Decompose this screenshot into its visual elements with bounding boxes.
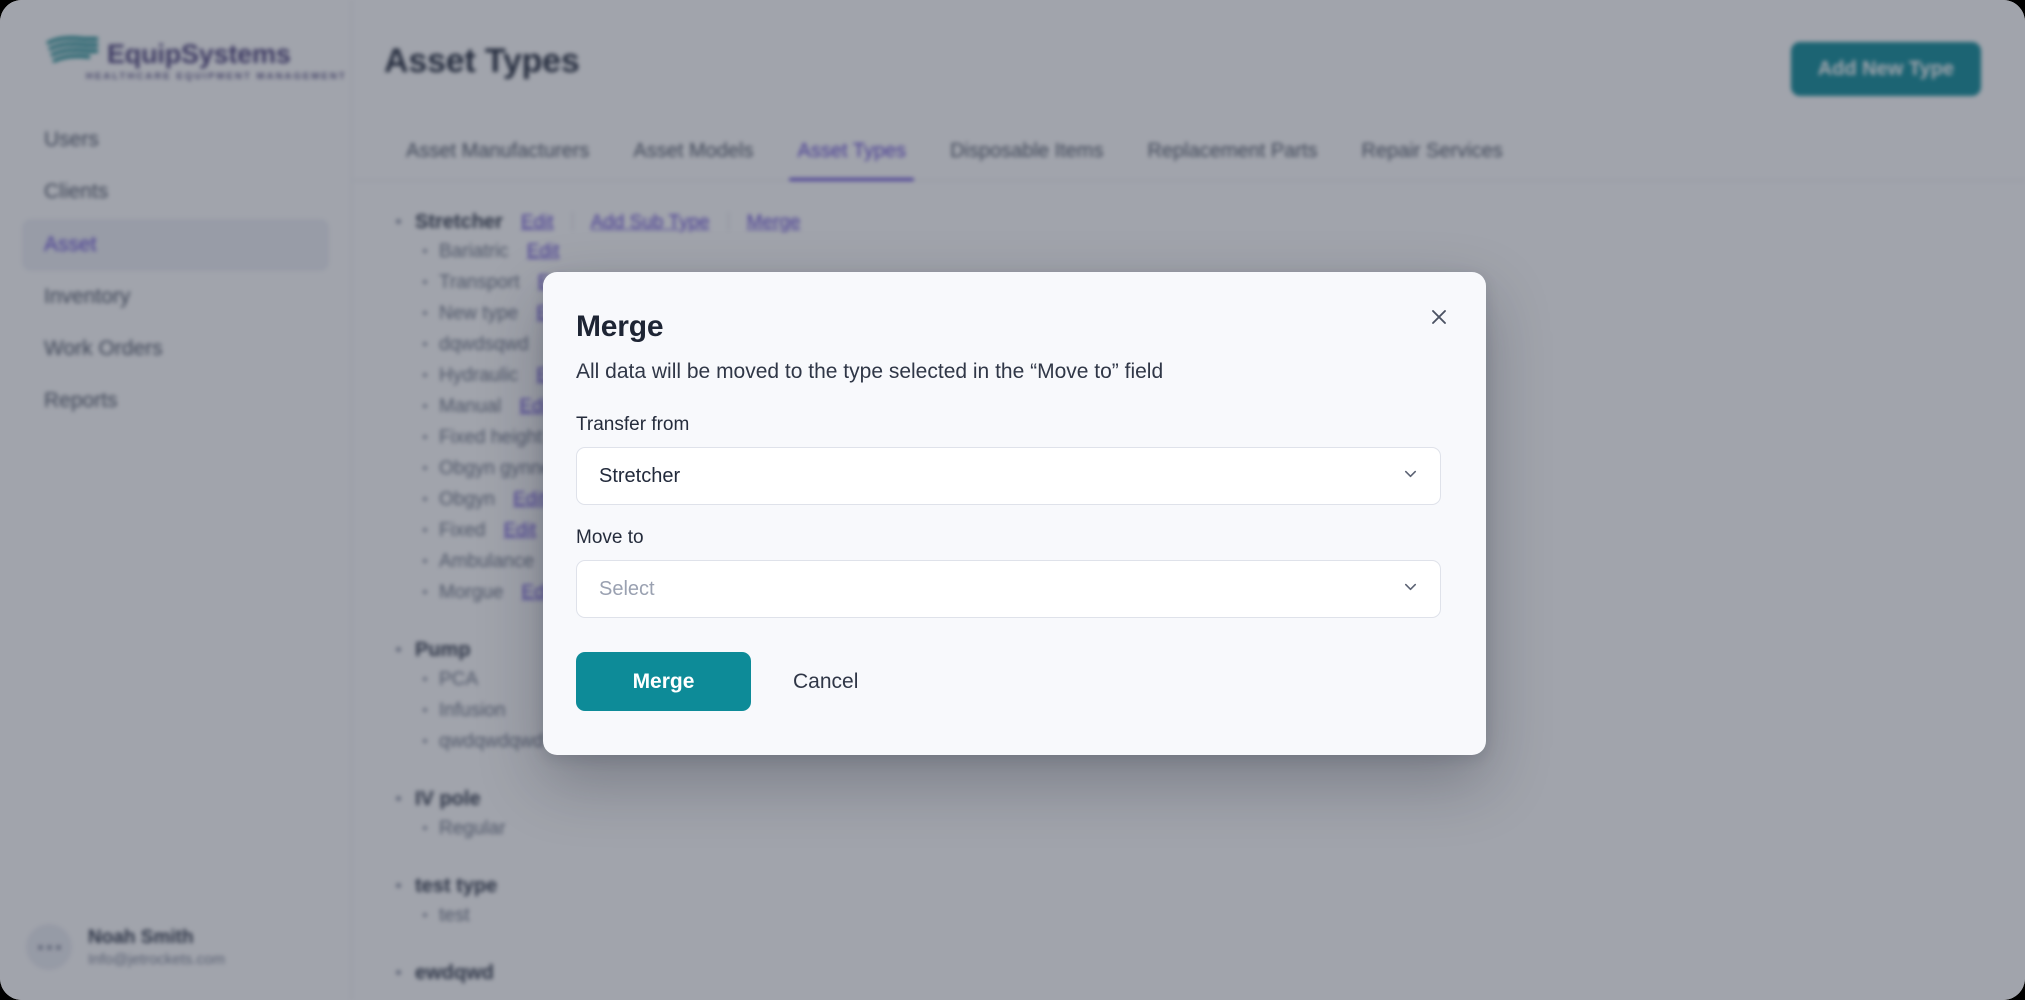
merge-confirm-button[interactable]: Merge <box>576 652 751 711</box>
move-to-value: Select <box>599 577 655 600</box>
transfer-from-label: Transfer from <box>576 414 690 435</box>
move-to-label: Move to <box>576 527 644 548</box>
move-to-select[interactable]: Select <box>576 560 1441 618</box>
merge-modal: Merge All data will be moved to the type… <box>543 272 1486 755</box>
modal-layer: Merge All data will be moved to the type… <box>0 0 2025 1000</box>
transfer-from-field: Transfer from Stretcher <box>576 414 1441 505</box>
close-icon[interactable] <box>1422 300 1456 334</box>
modal-description: All data will be moved to the type selec… <box>576 360 1164 383</box>
transfer-from-value: Stretcher <box>599 464 681 487</box>
modal-actions: Merge Cancel <box>576 652 1441 711</box>
transfer-from-select[interactable]: Stretcher <box>576 447 1441 505</box>
modal-title: Merge <box>576 310 664 343</box>
chevron-down-icon <box>1401 577 1420 601</box>
cancel-button[interactable]: Cancel <box>765 652 886 711</box>
chevron-down-icon <box>1401 464 1420 488</box>
move-to-field: Move to Select <box>576 527 1441 618</box>
app-window: EquipSystems HEALTHCARE EQUIPMENT MANAGE… <box>0 0 2025 1000</box>
